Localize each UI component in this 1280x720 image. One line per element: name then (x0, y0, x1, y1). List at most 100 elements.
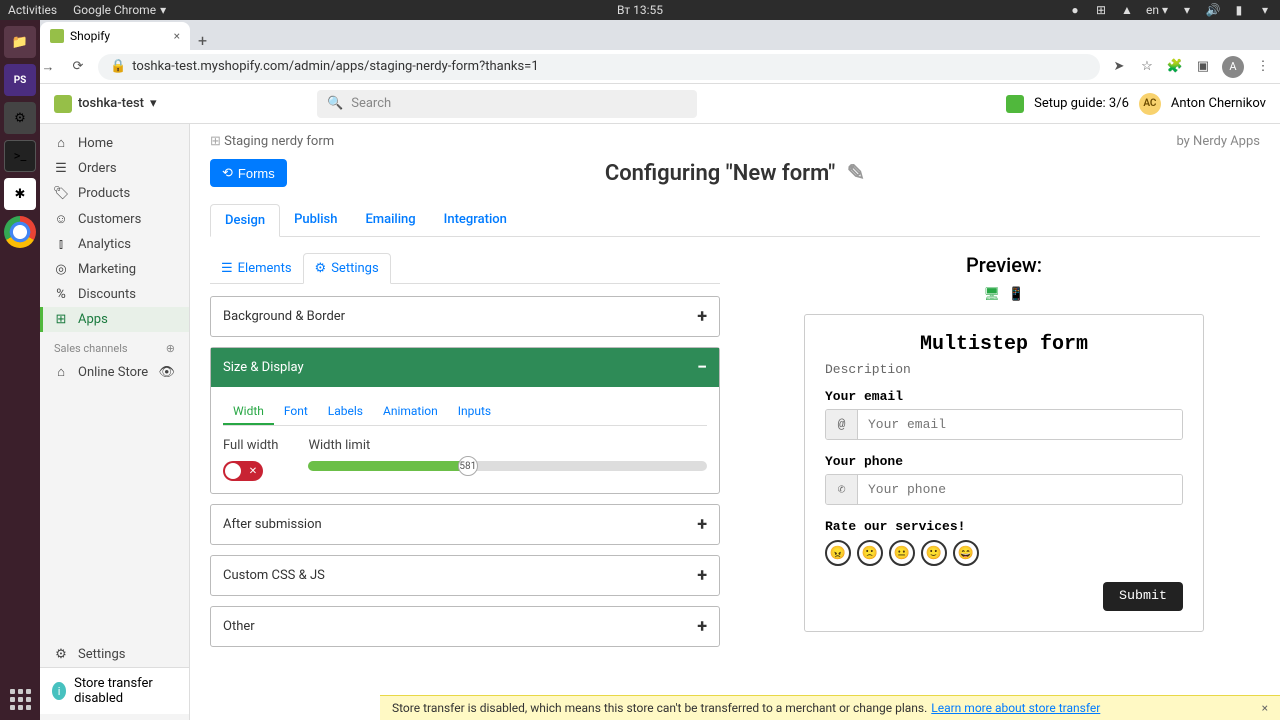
network-icon[interactable]: ▾ (1180, 3, 1194, 17)
mobile-icon[interactable]: 📱 (1008, 287, 1024, 302)
innertab-inputs[interactable]: Inputs (448, 399, 501, 425)
innertab-font[interactable]: Font (274, 399, 318, 425)
accordion-other[interactable]: Other+ (210, 606, 720, 647)
tab-emailing[interactable]: Emailing (351, 204, 429, 236)
form-description: Description (825, 362, 1183, 377)
star-icon[interactable]: ☆ (1138, 58, 1156, 76)
preview-form: Multistep form Description Your email @ … (804, 314, 1204, 632)
sidebar: ⌂Home ☰Orders 🏷Products ☺Customers ⫾Anal… (40, 124, 190, 720)
tab-integration[interactable]: Integration (430, 204, 521, 236)
sidebar-item-customers[interactable]: ☺Customers (40, 206, 189, 232)
power-icon[interactable]: ▾ (1258, 3, 1272, 17)
discounts-icon: % (54, 287, 68, 302)
sidebar-item-home[interactable]: ⌂Home (40, 130, 189, 156)
rating-3[interactable]: 😐 (889, 540, 915, 566)
width-slider[interactable]: 581 (308, 461, 707, 471)
rating-4[interactable]: 🙂 (921, 540, 947, 566)
tab-publish[interactable]: Publish (280, 204, 351, 236)
tab-close-icon[interactable]: × (174, 29, 180, 43)
banner-link[interactable]: Learn more about store transfer (931, 701, 1100, 715)
setup-badge-icon (1006, 95, 1024, 113)
accordion-size-header[interactable]: Size & Display− (211, 348, 719, 387)
search-input[interactable]: 🔍 Search (317, 90, 697, 118)
sidebar-item-apps[interactable]: ⊞Apps (40, 307, 189, 332)
sidebar-item-discounts[interactable]: %Discounts (40, 282, 189, 307)
sidebar-item-analytics[interactable]: ⫾Analytics (40, 232, 189, 257)
home-icon: ⌂ (54, 135, 68, 151)
innertab-labels[interactable]: Labels (318, 399, 373, 425)
slider-value[interactable]: 581 (458, 456, 478, 476)
edit-icon[interactable]: ✎ (847, 161, 865, 186)
subtab-elements[interactable]: ☰Elements (210, 253, 303, 283)
profile-avatar[interactable]: A (1222, 56, 1244, 78)
channels-header: Sales channels (54, 342, 128, 355)
list-icon: ☰ (221, 261, 233, 276)
forward-button[interactable]: → (38, 57, 58, 77)
lang-indicator[interactable]: en ▾ (1146, 3, 1168, 17)
plus-icon: + (697, 306, 707, 327)
user-name[interactable]: Anton Chernikov (1171, 96, 1266, 111)
tab-design[interactable]: Design (210, 204, 280, 237)
phone-field[interactable] (858, 475, 1182, 504)
os-app[interactable]: Google Chrome▾ (73, 3, 166, 17)
form-title: Multistep form (825, 333, 1183, 356)
phone-label: Your phone (825, 454, 1183, 469)
orders-icon: ☰ (54, 161, 68, 176)
new-tab-button[interactable]: + (190, 31, 215, 50)
record-icon[interactable]: ● (1068, 3, 1082, 17)
sidebar-item-marketing[interactable]: ◎Marketing (40, 257, 189, 282)
store-transfer-notice: i Store transfer disabled (40, 667, 189, 714)
launcher-chrome[interactable] (4, 216, 36, 248)
phone-icon: ✆ (826, 475, 858, 504)
user-avatar[interactable]: AC (1139, 93, 1161, 115)
rating-1[interactable]: 😠 (825, 540, 851, 566)
apps-icon[interactable]: ⊞ (1094, 3, 1108, 17)
accordion-after-submission[interactable]: After submission+ (210, 504, 720, 545)
store-selector[interactable]: toshka-test ▾ (54, 95, 157, 113)
lock-icon: 🔒 (110, 59, 126, 74)
os-activities[interactable]: Activities (8, 3, 57, 17)
email-label: Your email (825, 389, 1183, 404)
rating-2[interactable]: 🙁 (857, 540, 883, 566)
accordion-size: Size & Display− Width Font Labels Animat… (210, 347, 720, 494)
launcher-files[interactable]: 📁 (4, 26, 36, 58)
send-icon[interactable]: ➤ (1110, 58, 1128, 76)
sidebar-item-online-store[interactable]: ⌂Online Store👁 (40, 359, 189, 385)
desktop-icon[interactable]: 🖥 (984, 287, 1001, 302)
subtab-settings[interactable]: ⚙Settings (303, 253, 391, 284)
by-author: by Nerdy Apps (1176, 134, 1260, 149)
rating-5[interactable]: 😄 (953, 540, 979, 566)
launcher-terminal[interactable]: >_ (4, 140, 36, 172)
email-field[interactable] (858, 410, 1182, 439)
reload-button[interactable]: ⟳ (68, 57, 88, 77)
page-title: Configuring "New form" (605, 161, 835, 186)
sidebar-item-products[interactable]: 🏷Products (40, 181, 189, 206)
innertab-animation[interactable]: Animation (373, 399, 448, 425)
submit-button[interactable]: Submit (1103, 582, 1183, 611)
forms-button[interactable]: ⟲ Forms (210, 159, 287, 187)
battery-icon[interactable]: ▮ (1232, 3, 1246, 17)
extension-icon[interactable]: 🧩 (1166, 58, 1184, 76)
eye-icon[interactable]: 👁 (158, 365, 175, 380)
browser-tab[interactable]: Shopify × (40, 22, 190, 50)
launcher-phpstorm[interactable]: PS (4, 64, 36, 96)
sidebar-item-settings[interactable]: ⚙Settings (40, 642, 189, 667)
banner-close-icon[interactable]: × (1262, 701, 1268, 715)
panel-icon[interactable]: ▣ (1194, 58, 1212, 76)
warning-icon[interactable]: ▲ (1120, 3, 1134, 17)
sidebar-item-orders[interactable]: ☰Orders (40, 156, 189, 181)
accordion-css-js[interactable]: Custom CSS & JS+ (210, 555, 720, 596)
launcher-slack[interactable]: ✱ (4, 178, 36, 210)
accordion-background[interactable]: Background & Border+ (210, 296, 720, 337)
url-input[interactable]: 🔒 toshka-test.myshopify.com/admin/apps/s… (98, 54, 1100, 80)
launcher-apps-grid[interactable] (10, 689, 31, 710)
preview-heading: Preview: (748, 253, 1260, 277)
full-width-toggle[interactable]: ✕ (223, 461, 263, 481)
launcher-settings[interactable]: ⚙ (4, 102, 36, 134)
volume-icon[interactable]: 🔊 (1206, 3, 1220, 17)
setup-guide-text[interactable]: Setup guide: 3/6 (1034, 96, 1129, 111)
innertab-width[interactable]: Width (223, 399, 274, 425)
breadcrumb-app[interactable]: Staging nerdy form (224, 134, 334, 149)
menu-icon[interactable]: ⋮ (1254, 58, 1272, 76)
add-channel-icon[interactable]: ⊕ (166, 342, 175, 355)
